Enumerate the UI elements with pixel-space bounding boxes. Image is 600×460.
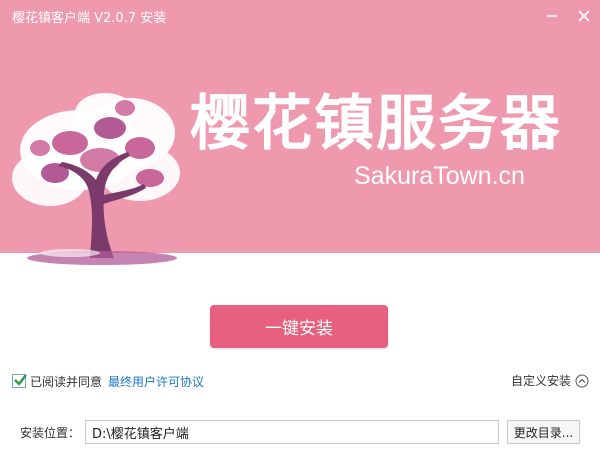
custom-install-label: 自定义安装 <box>510 374 571 388</box>
minimize-icon <box>547 15 557 17</box>
cherry-blossom-tree-icon <box>12 93 180 265</box>
domain-label: SakuraTown.cn <box>354 162 525 190</box>
window-title: 樱花镇客户端 V2.0.7 安装 <box>12 11 167 26</box>
one-click-install-button[interactable]: 一键安装 <box>210 305 388 348</box>
eula-link[interactable]: 最终用户许可协议 <box>108 373 204 390</box>
header-banner: 樱花镇客户端 V2.0.7 安装 樱花镇服务器 SakuraTown.cn <box>0 0 600 265</box>
install-path-input[interactable] <box>85 420 499 444</box>
agreement-checkbox[interactable] <box>12 374 27 388</box>
install-location-label: 安装位置： <box>20 426 81 440</box>
agreement-label: 已阅读并同意 <box>30 374 103 389</box>
agreement-row: 已阅读并同意 最终用户许可协议 <box>12 372 204 390</box>
change-directory-button[interactable]: 更改目录... <box>507 420 580 444</box>
close-button[interactable] <box>569 2 599 30</box>
minimize-button[interactable] <box>537 2 567 30</box>
title-bar[interactable]: 樱花镇客户端 V2.0.7 安装 <box>0 0 600 34</box>
checkmark-icon <box>14 374 27 386</box>
close-icon <box>578 10 590 22</box>
chevron-up-circle-icon <box>575 374 589 387</box>
app-name: 樱花镇服务器 <box>190 89 562 159</box>
custom-install-toggle[interactable]: 自定义安装 <box>511 372 589 389</box>
